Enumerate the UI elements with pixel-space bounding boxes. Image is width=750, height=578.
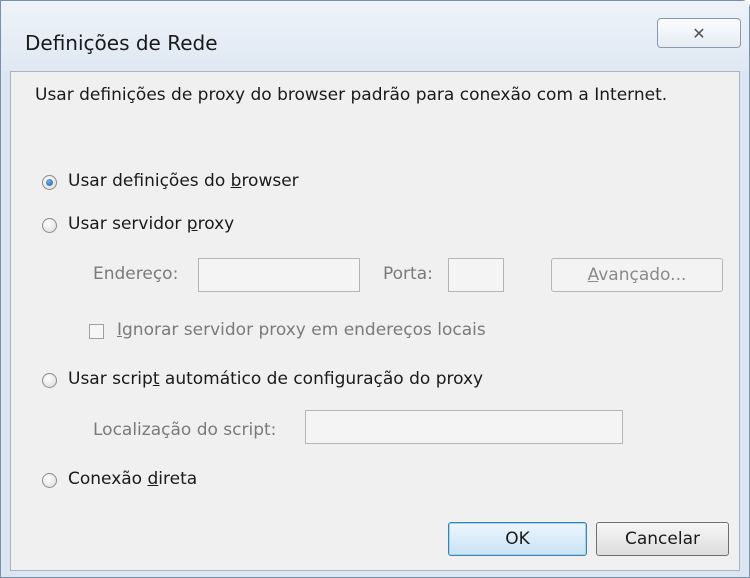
close-button[interactable]: ✕ (657, 18, 741, 48)
advanced-button[interactable]: Avançado... (551, 258, 723, 292)
script-location-label: Localização do script: (93, 420, 277, 440)
radio-label-direct-connection[interactable]: Conexão direta (68, 469, 197, 489)
address-input[interactable] (198, 258, 360, 292)
radio-use-auto-script[interactable] (42, 373, 57, 388)
description-text: Usar definições de proxy do browser padr… (35, 85, 668, 105)
bypass-local-label[interactable]: Ignorar servidor proxy em endereços loca… (117, 320, 486, 340)
radio-label-use-proxy-server[interactable]: Usar servidor proxy (68, 214, 234, 234)
title-bar[interactable]: Definições de Rede ✕ (1, 1, 749, 71)
dialog-title: Definições de Rede (25, 31, 218, 55)
port-label: Porta: (383, 264, 433, 284)
radio-use-browser-settings[interactable] (42, 175, 57, 190)
radio-direct-connection[interactable] (42, 473, 57, 488)
script-location-input[interactable] (305, 410, 623, 444)
radio-label-use-browser-settings[interactable]: Usar definições do browser (68, 171, 299, 191)
radio-use-proxy-server[interactable] (42, 218, 57, 233)
close-icon: ✕ (692, 23, 706, 43)
radio-label-use-auto-script[interactable]: Usar script automático de configuração d… (68, 369, 483, 389)
cancel-button[interactable]: Cancelar (596, 522, 729, 556)
network-settings-dialog: Definições de Rede ✕ Usar definições de … (0, 0, 750, 578)
dialog-body: Usar definições de proxy do browser padr… (10, 71, 740, 571)
ok-button[interactable]: OK (448, 522, 587, 556)
bypass-local-checkbox[interactable] (89, 324, 104, 339)
address-label: Endereço: (93, 264, 179, 284)
port-input[interactable] (448, 258, 504, 292)
